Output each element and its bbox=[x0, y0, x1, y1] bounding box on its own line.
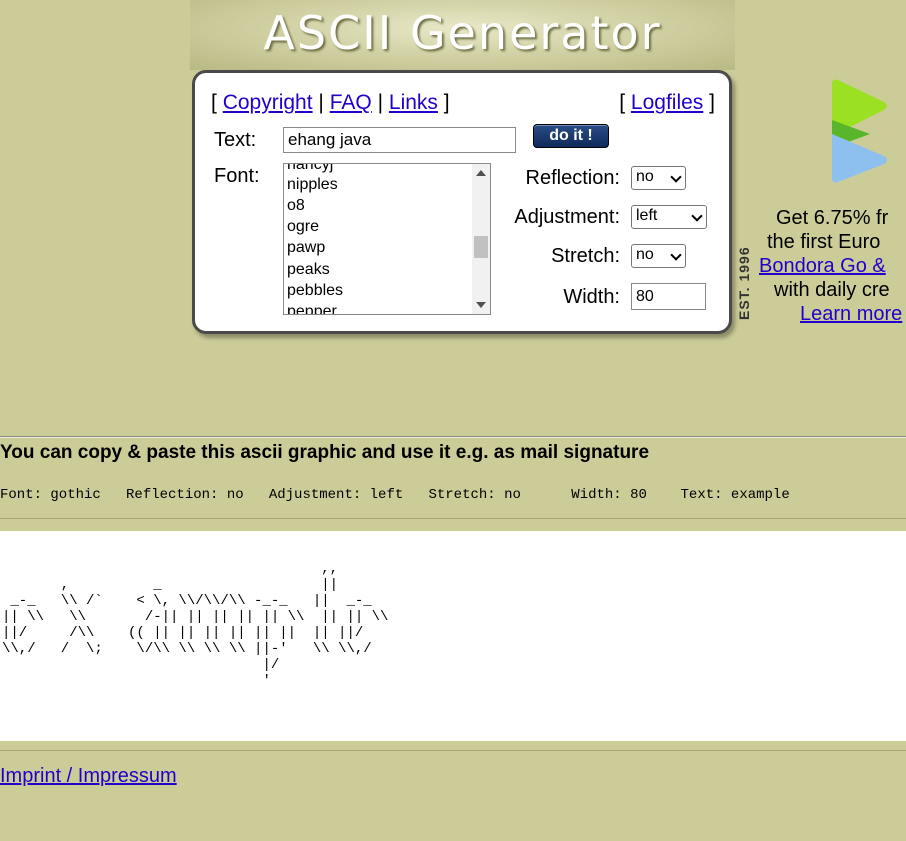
do-it-button[interactable]: do it ! bbox=[533, 124, 609, 148]
top-nav-links: [ Copyright | FAQ | Links ] bbox=[211, 91, 450, 115]
font-option[interactable]: pebbles bbox=[287, 282, 343, 300]
width-label: Width: bbox=[563, 286, 620, 308]
font-option[interactable]: ogre bbox=[287, 218, 319, 236]
stretch-value: no bbox=[636, 246, 654, 263]
divider bbox=[0, 750, 906, 751]
copyright-link[interactable]: Copyright bbox=[223, 91, 313, 114]
header-banner: ASCII Generator bbox=[190, 0, 735, 70]
font-option[interactable]: pepper bbox=[287, 303, 337, 314]
est-badge: EST. 1996 bbox=[736, 246, 752, 320]
bondora-logo-icon[interactable] bbox=[826, 78, 890, 184]
imprint-link[interactable]: Imprint / Impressum bbox=[0, 765, 177, 788]
separator: | bbox=[318, 91, 324, 114]
ad-learn-more-link[interactable]: Learn more bbox=[800, 303, 902, 326]
bracket: [ bbox=[211, 91, 217, 114]
chevron-down-icon bbox=[691, 210, 703, 222]
ad-bondora-link[interactable]: Bondora Go & bbox=[759, 255, 886, 278]
ad-text-line: Get 6.75% fr bbox=[776, 207, 889, 229]
font-option[interactable]: pawp bbox=[287, 239, 325, 257]
reflection-value: no bbox=[636, 168, 654, 185]
ascii-output-area: ,, , _ || _-_ \\ /` < \, \\/\\/\\ -_-_ |… bbox=[0, 531, 906, 741]
adjustment-label: Adjustment: bbox=[514, 206, 620, 228]
font-option[interactable]: o8 bbox=[287, 197, 305, 215]
bracket: [ bbox=[619, 91, 626, 114]
chevron-down-icon bbox=[670, 171, 682, 183]
ad-text-line: with daily cre bbox=[774, 279, 890, 301]
logfiles-link[interactable]: Logfiles bbox=[631, 91, 703, 114]
separator: | bbox=[377, 91, 384, 114]
result-heading: You can copy & paste this ascii graphic … bbox=[0, 442, 650, 463]
adjustment-select[interactable]: left bbox=[631, 205, 707, 229]
reflection-select[interactable]: no bbox=[631, 166, 686, 190]
logfiles-nav: [ Logfiles ] bbox=[619, 91, 715, 115]
reflection-label: Reflection: bbox=[525, 167, 621, 189]
adjustment-value: left bbox=[636, 207, 658, 224]
chevron-down-icon bbox=[670, 249, 682, 261]
ad-text-line: the first Euro bbox=[767, 231, 881, 253]
faq-link[interactable]: FAQ bbox=[330, 91, 372, 114]
text-input[interactable] bbox=[283, 127, 516, 153]
text-label: Text: bbox=[214, 129, 257, 151]
site-title: ASCII Generator bbox=[263, 6, 662, 60]
result-settings-line: Font: gothic Reflection: no Adjustment: … bbox=[0, 487, 790, 503]
links-link[interactable]: Links bbox=[389, 91, 438, 114]
bracket: ] bbox=[443, 91, 450, 114]
ascii-art-output: ,, , _ || _-_ \\ /` < \, \\/\\/\\ -_-_ |… bbox=[2, 561, 389, 689]
font-label: Font: bbox=[214, 165, 260, 187]
divider bbox=[0, 518, 906, 519]
font-option[interactable]: nipples bbox=[287, 176, 338, 194]
bracket: ] bbox=[709, 91, 715, 114]
stretch-label: Stretch: bbox=[551, 245, 620, 267]
font-option[interactable]: peaks bbox=[287, 261, 330, 279]
generator-form-panel: [ Copyright | FAQ | Links ] [ Logfiles ]… bbox=[192, 70, 732, 334]
stretch-select[interactable]: no bbox=[631, 244, 686, 268]
width-input[interactable] bbox=[631, 283, 706, 310]
font-listbox[interactable]: nancyj nipples o8 ogre pawp peaks pebble… bbox=[283, 163, 491, 315]
font-option[interactable]: nancyj bbox=[287, 164, 333, 174]
divider bbox=[0, 436, 906, 438]
